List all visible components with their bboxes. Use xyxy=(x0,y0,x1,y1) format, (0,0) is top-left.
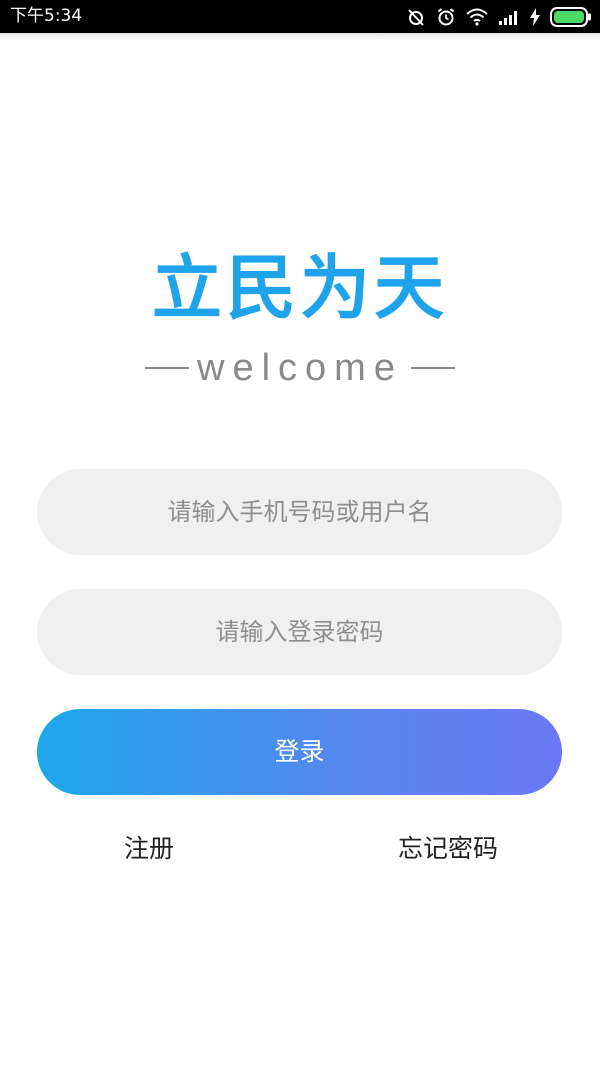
brand-logo: 立民为天 xyxy=(152,247,448,329)
forgot-password-link[interactable]: 忘记密码 xyxy=(398,832,498,866)
welcome-tagline: welcome xyxy=(145,345,455,391)
register-link[interactable]: 注册 xyxy=(124,832,174,866)
status-icons xyxy=(406,5,592,29)
status-bar: 下午5:34 xyxy=(0,0,600,33)
username-field[interactable] xyxy=(37,469,562,555)
login-button[interactable]: 登录 xyxy=(37,709,562,795)
alarm-off-icon xyxy=(406,7,426,27)
username-input[interactable] xyxy=(37,469,562,555)
tagline-divider-left xyxy=(145,367,189,369)
status-time: 下午5:34 xyxy=(10,6,83,26)
signal-icon xyxy=(498,9,520,25)
wifi-icon xyxy=(466,8,488,26)
tagline-text: welcome xyxy=(197,347,403,389)
status-bar-shadow xyxy=(0,33,600,41)
charging-icon xyxy=(530,8,540,26)
battery-icon xyxy=(550,7,592,27)
password-input[interactable] xyxy=(37,589,562,675)
tagline-divider-right xyxy=(410,367,455,369)
alarm-icon xyxy=(436,7,456,27)
password-field[interactable] xyxy=(37,589,562,675)
